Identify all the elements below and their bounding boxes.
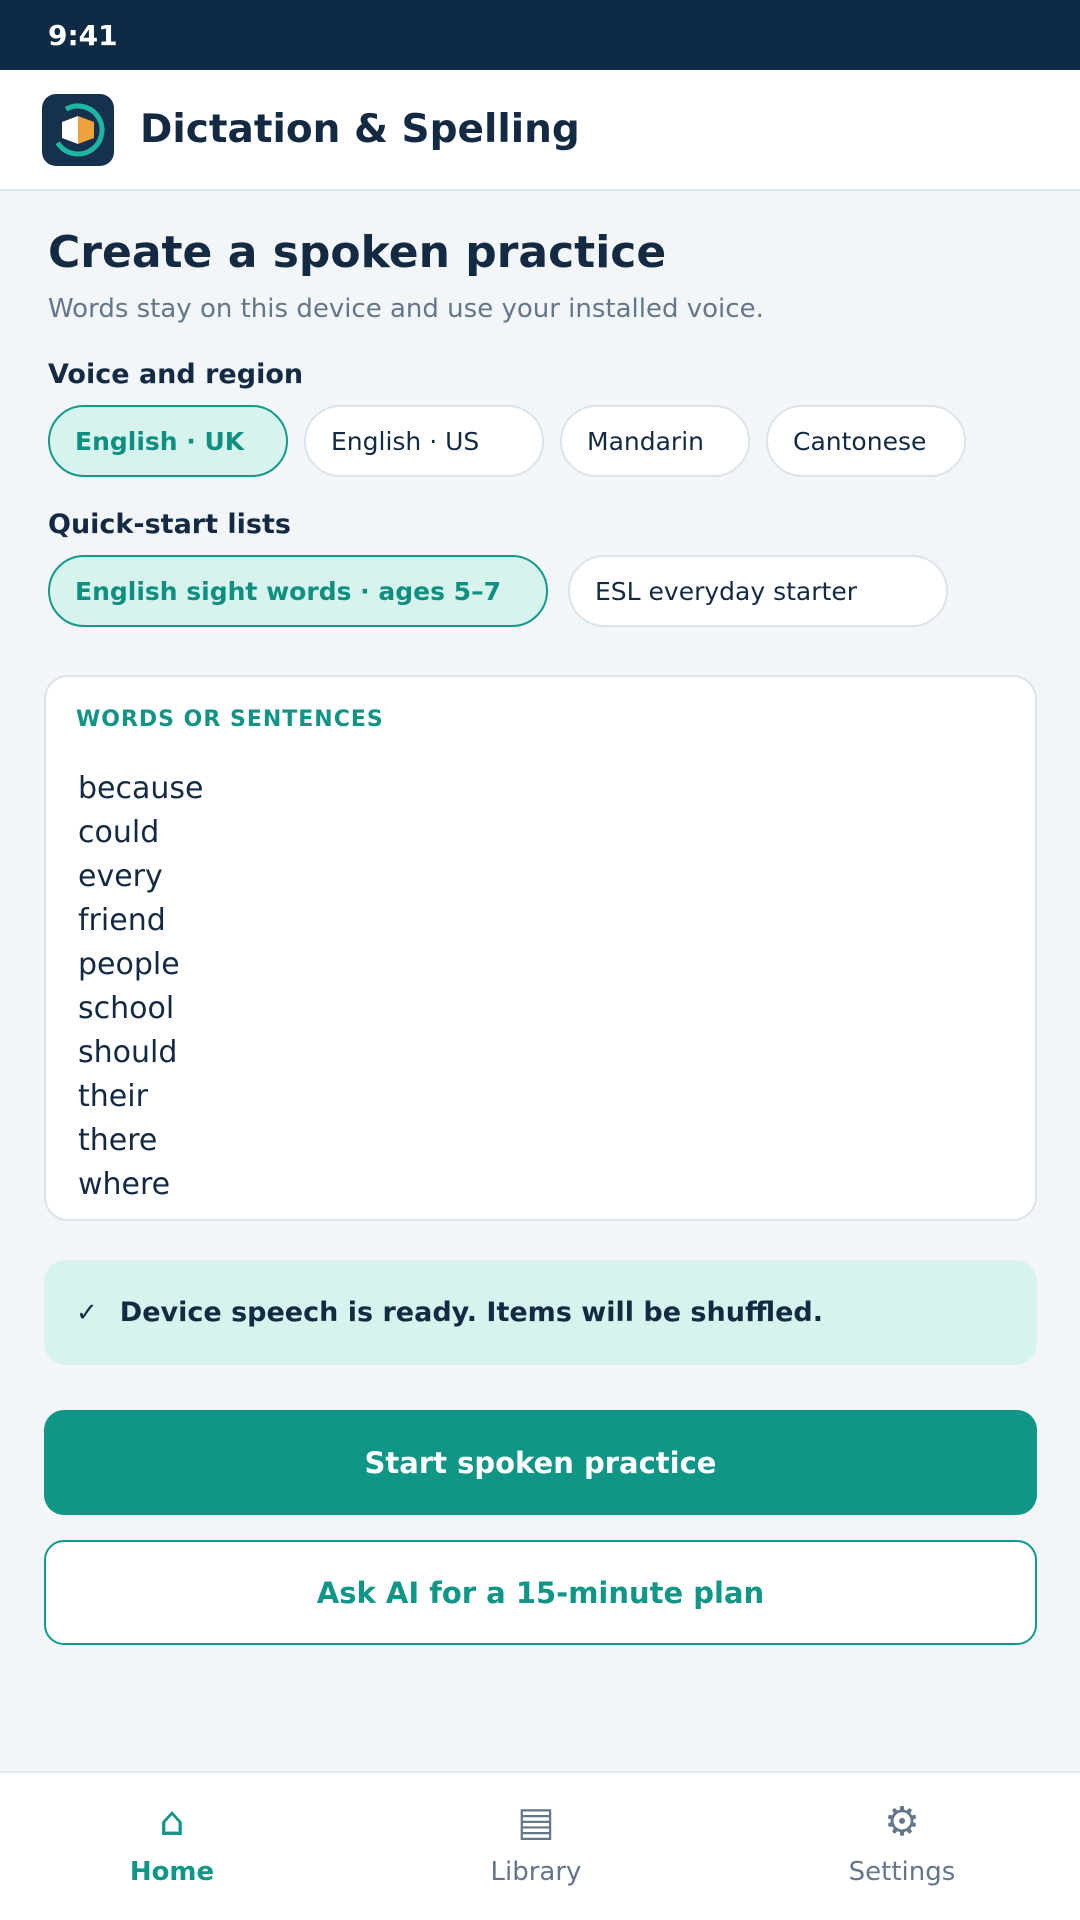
- word-item: where: [78, 1167, 171, 1202]
- page-title: Create a spoken practice: [48, 227, 667, 278]
- words-field-label: WORDS OR SENTENCES: [76, 707, 384, 732]
- words-input[interactable]: WORDS OR SENTENCES because could every f…: [44, 675, 1037, 1221]
- voice-chip-english-uk[interactable]: English · UK: [48, 405, 288, 477]
- word-item: school: [78, 991, 175, 1026]
- word-item: there: [78, 1123, 158, 1158]
- words-list: because could every friend people school…: [78, 767, 203, 1207]
- nav-item-home[interactable]: ⌂ Home: [22, 1773, 322, 1920]
- quick-start-chip-sight-words[interactable]: English sight words · ages 5–7: [48, 555, 548, 627]
- quick-start-chip-esl-starter[interactable]: ESL everyday starter: [568, 555, 948, 627]
- voice-section-label: Voice and region: [48, 359, 304, 390]
- speech-ready-text: Device speech is ready. Items will be sh…: [119, 1297, 823, 1328]
- voice-chip-cantonese[interactable]: Cantonese: [766, 405, 966, 477]
- page-subtitle: Words stay on this device and use your i…: [48, 294, 764, 324]
- check-icon: ✓: [76, 1297, 98, 1328]
- app-title: Dictation & Spelling: [140, 107, 580, 152]
- start-practice-button[interactable]: Start spoken practice: [44, 1410, 1037, 1515]
- ask-ai-plan-button[interactable]: Ask AI for a 15-minute plan: [44, 1540, 1037, 1645]
- app-logo-icon: [42, 93, 114, 166]
- home-icon: ⌂: [159, 1799, 185, 1845]
- nav-item-settings[interactable]: ⚙ Settings: [752, 1773, 1052, 1920]
- word-item: their: [78, 1079, 148, 1114]
- library-icon: ▤: [517, 1799, 555, 1845]
- quick-start-section-label: Quick-start lists: [48, 509, 291, 540]
- voice-chip-english-us[interactable]: English · US: [304, 405, 544, 477]
- nav-item-library[interactable]: ▤ Library: [386, 1773, 686, 1920]
- word-item: every: [78, 859, 163, 894]
- word-item: could: [78, 815, 160, 850]
- gear-icon: ⚙: [884, 1799, 920, 1845]
- bottom-nav: ⌂ Home ▤ Library ⚙ Settings: [0, 1771, 1080, 1920]
- app-header: Dictation & Spelling: [0, 70, 1080, 191]
- word-item: people: [78, 947, 180, 982]
- status-time: 9:41: [48, 18, 118, 52]
- speech-ready-banner: ✓ Device speech is ready. Items will be …: [44, 1260, 1037, 1365]
- nav-label-library: Library: [490, 1857, 582, 1887]
- word-item: because: [78, 771, 204, 806]
- voice-chip-mandarin[interactable]: Mandarin: [560, 405, 750, 477]
- nav-label-home: Home: [129, 1857, 215, 1887]
- word-item: friend: [78, 903, 166, 938]
- word-item: should: [78, 1035, 178, 1070]
- nav-label-settings: Settings: [848, 1857, 956, 1887]
- status-bar: 9:41: [0, 0, 1080, 70]
